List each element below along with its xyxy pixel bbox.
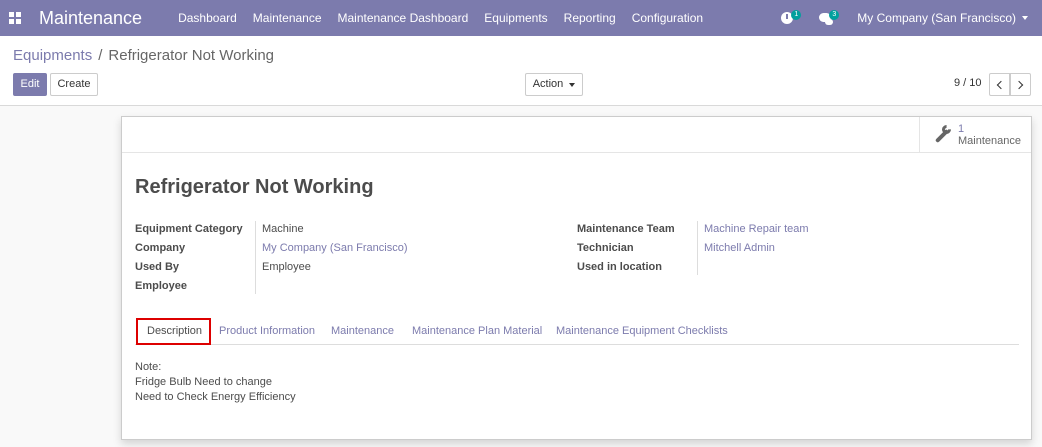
description-line: Fridge Bulb Need to change [135,376,272,388]
company-label: Company [135,242,186,254]
tab-product-information[interactable]: Product Information [219,318,315,345]
employee-label: Employee [135,280,187,292]
edit-button[interactable]: Edit [13,73,47,96]
tab-maintenance-equipment-checklists[interactable]: Maintenance Equipment Checklists [556,318,728,345]
maintenance-label: Maintenance [958,134,1021,147]
wrench-icon [932,122,953,145]
chevron-left-icon [996,80,1006,89]
right-group-divider [697,221,698,275]
messages-button[interactable]: 3 [819,10,840,26]
caret-down-icon [1022,16,1028,20]
description-line: Need to Check Energy Efficiency [135,391,296,403]
menu-configuration[interactable]: Configuration [632,11,703,25]
activity-button[interactable]: 1 [781,10,802,26]
activity-badge: 1 [791,10,802,20]
record-title: Refrigerator Not Working [135,176,374,198]
tab-description[interactable]: Description [136,318,211,345]
caret-down-icon [569,82,576,87]
maintenance-smart-button[interactable]: 1 Maintenance [919,117,1031,152]
apps-grid-icon[interactable] [9,12,21,24]
equipment-category-label: Equipment Category [135,223,243,235]
messages-badge: 3 [829,10,840,20]
app-brand[interactable]: Maintenance [39,8,142,29]
menu-maintenance[interactable]: Maintenance [253,11,322,25]
maintenance-count: 1 [958,122,965,135]
menu-equipments[interactable]: Equipments [484,11,547,25]
company-name: My Company (San Francisco) [857,11,1016,25]
technician-label: Technician [577,242,634,254]
maintenance-team-value[interactable]: Machine Repair team [704,223,809,235]
action-dropdown[interactable]: Action [525,73,583,96]
breadcrumb-separator: / [98,47,103,64]
tab-maintenance[interactable]: Maintenance [331,318,394,345]
main-menu: Dashboard Maintenance Maintenance Dashbo… [178,11,719,25]
menu-reporting[interactable]: Reporting [564,11,616,25]
left-group-divider [255,221,256,294]
equipment-category-value[interactable]: Machine [262,223,304,235]
menu-dashboard[interactable]: Dashboard [178,11,237,25]
top-navbar: Maintenance Dashboard Maintenance Mainte… [0,0,1042,36]
notebook-tabs: Description Product Information Maintena… [135,318,1019,345]
action-label: Action [532,78,564,90]
form-sheet: 1 Maintenance Refrigerator Not Working E… [121,116,1032,440]
description-line: Note: [135,361,162,373]
create-button[interactable]: Create [50,73,98,96]
maintenance-team-label: Maintenance Team [577,223,675,235]
breadcrumb: Equipments / Refrigerator Not Working [13,47,274,64]
button-box: 1 Maintenance [122,117,1031,153]
pager-next-button[interactable] [1010,73,1031,96]
used-by-label: Used By [135,261,180,273]
company-value[interactable]: My Company (San Francisco) [262,242,408,254]
chevron-right-icon [1014,80,1024,89]
tab-maintenance-plan-material[interactable]: Maintenance Plan Material [412,318,542,345]
pager-value[interactable]: 9 / 10 [954,77,982,89]
used-by-value[interactable]: Employee [262,261,311,273]
pager-previous-button[interactable] [989,73,1010,96]
description-content[interactable]: Note: Fridge Bulb Need to change Need to… [135,360,296,405]
navbar-right: 1 3 My Company (San Francisco) [781,0,1042,36]
company-switcher[interactable]: My Company (San Francisco) [857,11,1028,25]
breadcrumb-equipments[interactable]: Equipments [13,47,92,64]
technician-value[interactable]: Mitchell Admin [704,242,775,254]
breadcrumb-current: Refrigerator Not Working [108,47,275,64]
menu-maintenance-dashboard[interactable]: Maintenance Dashboard [338,11,469,25]
control-panel: Equipments / Refrigerator Not Working Ed… [0,36,1042,106]
used-in-location-label: Used in location [577,261,662,273]
